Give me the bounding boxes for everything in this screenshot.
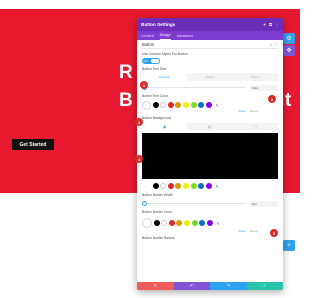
device-tabs: Desktop Tablet Phone bbox=[142, 73, 278, 81]
swatch-white[interactable] bbox=[160, 102, 167, 108]
button-section-header[interactable]: Button ˄ ⋮ bbox=[142, 40, 278, 49]
background-type-tabs: ▣ ◧ ▢ bbox=[142, 123, 278, 130]
text-color-label: Button Text Color bbox=[142, 94, 168, 98]
swatch-purple[interactable] bbox=[205, 183, 212, 189]
button-settings-modal: Button Settings ✦ ⧉ ⋮ Content Design Adv… bbox=[137, 18, 283, 290]
text-color-palette: ✎ bbox=[142, 100, 278, 110]
border-color-palette: ✎ bbox=[142, 217, 278, 229]
custom-styles-label: Use Custom Styles For Button bbox=[142, 52, 188, 56]
annotation-badge-2: 2 bbox=[268, 95, 276, 103]
hero-headline-line1: R bbox=[119, 62, 134, 83]
edge-add-icon[interactable]: + bbox=[283, 240, 295, 251]
swatch-orange[interactable] bbox=[175, 102, 182, 108]
swatch-yellow[interactable] bbox=[183, 220, 190, 226]
annotation-badge-3: 3 bbox=[135, 118, 143, 126]
page: R B sit Get Started ⚙ ✥ + Button Setting… bbox=[0, 0, 300, 298]
custom-styles-toggle[interactable]: Yes bbox=[142, 58, 160, 64]
paint-bucket-icon[interactable]: ▣ bbox=[142, 123, 188, 130]
border-width-input[interactable]: 0px bbox=[250, 200, 278, 207]
swatch-green[interactable] bbox=[191, 220, 198, 226]
swatch-red[interactable] bbox=[167, 102, 174, 108]
swatch-green[interactable] bbox=[190, 183, 197, 189]
modal-title: Button Settings bbox=[141, 22, 176, 27]
swatch-green[interactable] bbox=[190, 102, 197, 108]
border-width-slider[interactable] bbox=[142, 201, 246, 206]
hero-headline-line2: B bbox=[119, 90, 134, 111]
swatch-yellow[interactable] bbox=[182, 102, 189, 108]
save-icon[interactable]: ✓ bbox=[246, 282, 283, 290]
swatch-red[interactable] bbox=[168, 220, 175, 226]
background-color-palette: ··· ✎ bbox=[142, 182, 278, 190]
swatch-orange[interactable] bbox=[175, 183, 182, 189]
annotation-badge-5: 5 bbox=[270, 229, 278, 237]
pencil-icon[interactable]: ✎ bbox=[215, 103, 218, 108]
toggle-yes-text: Yes bbox=[143, 58, 148, 63]
text-size-input[interactable]: 18px bbox=[250, 84, 278, 91]
modal-header: Button Settings ✦ ⧉ ⋮ bbox=[137, 18, 283, 31]
swatch-black[interactable] bbox=[152, 102, 159, 108]
swatch-purple[interactable] bbox=[205, 102, 212, 108]
swatch-purple[interactable] bbox=[206, 220, 213, 226]
undo-icon[interactable]: ↶ bbox=[173, 282, 210, 290]
expand-icon[interactable]: ⧉ bbox=[269, 22, 272, 27]
section-title: Button bbox=[142, 41, 155, 47]
color-picker-button[interactable] bbox=[142, 100, 151, 110]
modal-tabs: Content Design Advanced bbox=[137, 31, 283, 40]
swatch-blue[interactable] bbox=[199, 220, 206, 226]
modal-body: Button ˄ ⋮ Use Custom Styles For Button … bbox=[137, 40, 283, 282]
recent-colors-tab[interactable]: Recent bbox=[250, 110, 258, 113]
text-size-slider[interactable] bbox=[142, 85, 246, 90]
swatch-black[interactable] bbox=[152, 183, 159, 189]
tab-design[interactable]: Design bbox=[159, 33, 171, 40]
border-width-label: Button Border Width bbox=[142, 193, 173, 197]
swatch-orange[interactable] bbox=[176, 220, 183, 226]
swatch-blue[interactable] bbox=[198, 102, 205, 108]
gradient-icon[interactable]: ◧ bbox=[187, 123, 232, 130]
border-color-picker[interactable] bbox=[142, 218, 152, 228]
swatch-blue[interactable] bbox=[198, 183, 205, 189]
saved-colors-tab[interactable]: Saved bbox=[238, 110, 245, 113]
edge-settings-icon[interactable]: ⚙ bbox=[283, 33, 295, 44]
modal-footer: ✕ ↶ ↷ ✓ bbox=[137, 282, 283, 290]
saved-colors-tab[interactable]: Saved bbox=[238, 230, 245, 233]
device-tab-desktop[interactable]: Desktop bbox=[142, 73, 188, 81]
pencil-icon[interactable]: ✎ bbox=[215, 184, 218, 189]
cancel-icon[interactable]: ✕ bbox=[137, 282, 174, 290]
pencil-icon[interactable]: ✎ bbox=[216, 221, 219, 226]
device-tab-phone[interactable]: Phone bbox=[233, 73, 278, 81]
swatch-white[interactable] bbox=[160, 183, 167, 189]
preset-icon[interactable]: ✦ bbox=[263, 22, 266, 27]
more-options-icon[interactable]: ⋮ bbox=[274, 42, 278, 47]
text-size-label: Button Text Size bbox=[142, 67, 167, 71]
chevron-up-icon[interactable]: ˄ bbox=[270, 42, 272, 47]
background-label: Button Background bbox=[142, 116, 171, 120]
image-icon[interactable]: ▢ bbox=[233, 123, 278, 130]
background-color-preview[interactable] bbox=[142, 133, 278, 179]
border-radius-label: Button Border Radius bbox=[142, 236, 175, 240]
device-tab-tablet[interactable]: Tablet bbox=[187, 73, 232, 81]
swatch-white[interactable] bbox=[161, 220, 168, 226]
edge-move-icon[interactable]: ✥ bbox=[283, 45, 295, 56]
redo-icon[interactable]: ↷ bbox=[210, 282, 247, 290]
border-color-label: Button Border Color bbox=[142, 210, 172, 214]
get-started-button[interactable]: Get Started bbox=[12, 139, 54, 150]
recent-colors-tab[interactable]: Recent bbox=[250, 230, 258, 233]
swatch-black[interactable] bbox=[153, 220, 160, 226]
annotation-badge-4: 4 bbox=[135, 155, 143, 163]
more-icon[interactable]: ··· bbox=[142, 184, 151, 189]
swatch-yellow[interactable] bbox=[182, 183, 189, 189]
annotation-badge-1: 1 bbox=[140, 81, 148, 89]
more-icon[interactable]: ⋮ bbox=[275, 22, 279, 27]
swatch-red[interactable] bbox=[167, 183, 174, 189]
